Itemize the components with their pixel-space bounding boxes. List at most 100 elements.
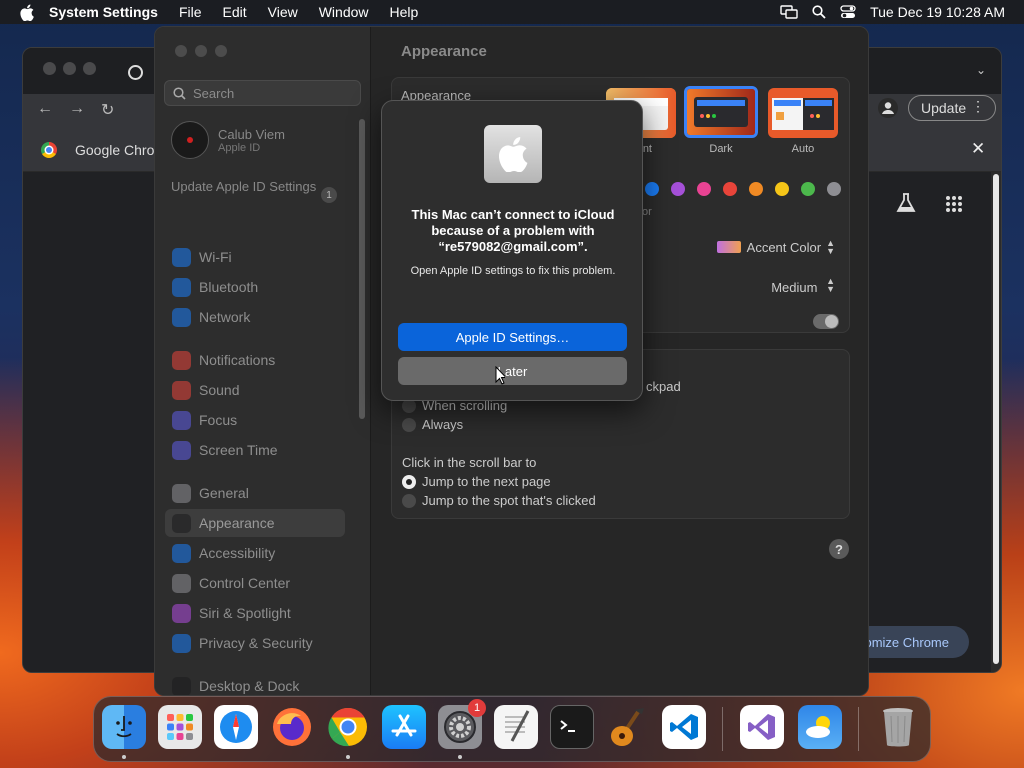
- general-icon: [172, 483, 191, 503]
- search-icon: [173, 86, 186, 100]
- radio-jump-next-page[interactable]: Jump to the next page: [402, 474, 551, 489]
- dock-textedit-icon[interactable]: [494, 705, 538, 749]
- sidebar-item-notifications[interactable]: Notifications: [165, 346, 345, 374]
- accent-swatch-3[interactable]: [697, 182, 711, 196]
- back-arrow-icon[interactable]: ←: [37, 100, 53, 118]
- settings-zoom-dot[interactable]: [215, 45, 227, 57]
- user-name: Calub Viem: [218, 126, 285, 142]
- menu-help[interactable]: Help: [390, 4, 419, 20]
- later-button[interactable]: Later: [398, 357, 627, 385]
- radio-dot: [402, 417, 416, 432]
- privacy-security-icon: [172, 633, 191, 653]
- wifi-icon: [172, 247, 191, 267]
- accent-swatch-5[interactable]: [749, 182, 763, 196]
- dock-firefox-icon[interactable]: [270, 705, 314, 749]
- tab-favicon-icon: [128, 65, 143, 80]
- accent-swatch-1[interactable]: [645, 182, 659, 196]
- sidebar-item-siri-spotlight[interactable]: Siri & Spotlight: [165, 599, 345, 627]
- dock-launchpad-icon[interactable]: [158, 705, 202, 749]
- chrome-menu-icon[interactable]: ⋮: [971, 98, 985, 115]
- sidebar-item-label: Siri & Spotlight: [199, 605, 291, 621]
- dock-app-store-icon[interactable]: [382, 705, 426, 749]
- reload-icon[interactable]: ↻: [101, 100, 114, 120]
- radio-jump-spot-clicked[interactable]: Jump to the spot that's clicked: [402, 493, 596, 508]
- chrome-update-button[interactable]: Update ⋮: [908, 95, 996, 121]
- dialog-title: This Mac can’t connect to iCloud because…: [411, 207, 615, 254]
- accent-swatch-4[interactable]: [723, 182, 737, 196]
- select-chevrons-icon: ▲ ▼: [826, 276, 835, 294]
- screen-time-icon: [172, 440, 191, 460]
- accent-swatch-8[interactable]: [827, 182, 841, 196]
- google-apps-icon[interactable]: [945, 195, 963, 218]
- dock-trash-icon[interactable]: [876, 705, 920, 749]
- settings-close-dot[interactable]: [175, 45, 187, 57]
- accent-swatch-7[interactable]: [801, 182, 815, 196]
- sidebar-item-accessibility[interactable]: Accessibility: [165, 539, 345, 567]
- control-center-icon: [172, 573, 191, 593]
- sidebar-item-privacy-security[interactable]: Privacy & Security: [165, 629, 345, 657]
- dock-chrome-icon[interactable]: [326, 705, 370, 749]
- apple-id-settings-button[interactable]: Apple ID Settings…: [398, 323, 627, 351]
- dock-garageband-icon[interactable]: [606, 705, 650, 749]
- help-button[interactable]: ?: [829, 539, 849, 559]
- accent-swatch-6[interactable]: [775, 182, 789, 196]
- sidebar-item-label: Appearance: [199, 515, 275, 531]
- menu-view[interactable]: View: [268, 4, 298, 20]
- focus-icon: [172, 410, 191, 430]
- control-center-icon[interactable]: [840, 5, 856, 19]
- menu-clock[interactable]: Tue Dec 19 10:28 AM: [870, 4, 1005, 20]
- sidebar-scrollbar-thumb[interactable]: [359, 119, 365, 419]
- tab-search-chevron-icon[interactable]: ⌄: [976, 63, 986, 77]
- sidebar-item-network[interactable]: Network: [165, 303, 345, 331]
- select-chevrons-icon: ▲ ▼: [826, 238, 835, 256]
- chrome-minimize-dot[interactable]: [63, 62, 76, 75]
- menu-window[interactable]: Window: [319, 4, 369, 20]
- sidebar-item-bluetooth[interactable]: Bluetooth: [165, 273, 345, 301]
- sidebar-item-general[interactable]: General: [165, 479, 345, 507]
- menu-file[interactable]: File: [179, 4, 202, 20]
- sidebar-item-screen-time[interactable]: Screen Time: [165, 436, 345, 464]
- chrome-zoom-dot[interactable]: [83, 62, 96, 75]
- forward-arrow-icon[interactable]: →: [69, 100, 85, 118]
- dock-vscode-icon[interactable]: [662, 705, 706, 749]
- apple-menu-icon[interactable]: [19, 4, 35, 21]
- sidebar-icon-size-value: Medium: [771, 280, 818, 295]
- radio-always[interactable]: Always: [402, 417, 463, 432]
- dock-running-dot: [458, 755, 462, 759]
- appearance-dark-thumb[interactable]: [684, 86, 758, 138]
- dock-weather-icon[interactable]: [798, 705, 842, 749]
- chrome-scrollbar[interactable]: [991, 172, 1001, 672]
- wallpaper-tinting-toggle[interactable]: [813, 314, 839, 329]
- click-scrollbar-label: Click in the scroll bar to: [402, 455, 537, 470]
- sidebar-icon-size-select[interactable]: Medium ▲ ▼: [771, 276, 835, 296]
- sidebar-item-focus[interactable]: Focus: [165, 406, 345, 434]
- update-apple-id-item[interactable]: Update Apple ID Settings: [171, 179, 341, 195]
- dock-finder-icon[interactable]: [102, 705, 146, 749]
- settings-minimize-dot[interactable]: [195, 45, 207, 57]
- siri-spotlight-icon: [172, 603, 191, 623]
- chrome-close-icon[interactable]: ✕: [971, 139, 985, 159]
- dialog-message: Open Apple ID settings to fix this probl…: [410, 265, 616, 277]
- sidebar-item-control-center[interactable]: Control Center: [165, 569, 345, 597]
- highlight-color-select[interactable]: Accent Color ▲ ▼: [716, 238, 835, 256]
- screen-mirroring-icon[interactable]: [780, 5, 798, 19]
- sidebar-item-desktop-dock[interactable]: Desktop & Dock: [165, 672, 345, 695]
- spotlight-search-icon[interactable]: [812, 5, 826, 19]
- dock-visual-studio-icon[interactable]: [740, 705, 784, 749]
- sidebar-item-appearance[interactable]: Appearance: [165, 509, 345, 537]
- appearance-auto-thumb[interactable]: [768, 88, 838, 138]
- menu-edit[interactable]: Edit: [223, 4, 247, 20]
- dock-terminal-icon[interactable]: [550, 705, 594, 749]
- accent-swatch-2[interactable]: [671, 182, 685, 196]
- apple-id-row[interactable]: Calub Viem Apple ID: [171, 121, 285, 159]
- text-cursor-icon: [495, 365, 508, 391]
- chrome-close-dot[interactable]: [43, 62, 56, 75]
- menu-app-name[interactable]: System Settings: [49, 4, 158, 20]
- sidebar-item-wifi[interactable]: Wi-Fi: [165, 243, 345, 271]
- settings-search-input[interactable]: Search: [164, 80, 361, 106]
- sidebar-item-sound[interactable]: Sound: [165, 376, 345, 404]
- labs-flask-icon[interactable]: [895, 192, 917, 219]
- chrome-scrollbar-thumb[interactable]: [993, 174, 999, 664]
- profile-icon[interactable]: [878, 98, 898, 118]
- dock-safari-icon[interactable]: [214, 705, 258, 749]
